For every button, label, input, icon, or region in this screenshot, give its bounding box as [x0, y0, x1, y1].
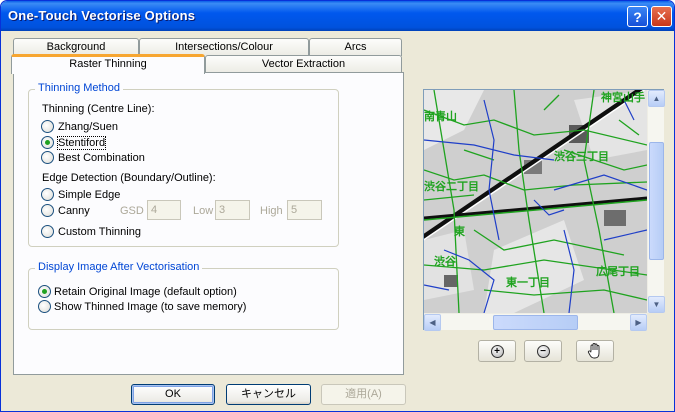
- map-vertical-scrollbar[interactable]: ▲ ▼: [647, 90, 665, 313]
- show-thinned-radio[interactable]: [38, 300, 51, 313]
- stentiford-radio[interactable]: [41, 136, 54, 149]
- scroll-up-button[interactable]: ▲: [648, 90, 665, 107]
- ok-button[interactable]: OK: [131, 384, 215, 405]
- retain-original-label[interactable]: Retain Original Image (default option): [54, 286, 237, 298]
- zhang-suen-radio[interactable]: [41, 120, 54, 133]
- zhang-suen-label[interactable]: Zhang/Suen: [58, 121, 118, 133]
- best-combination-radio[interactable]: [41, 151, 54, 164]
- stentiford-label[interactable]: Stentiford: [56, 136, 107, 150]
- gsd-input[interactable]: 4: [147, 200, 181, 220]
- map-label: 渋谷二丁目: [424, 179, 479, 193]
- tab-raster-thinning[interactable]: Raster Thinning: [11, 54, 205, 74]
- map-label: 神宮山手: [601, 90, 645, 104]
- high-input[interactable]: 5: [287, 200, 322, 220]
- gsd-label: GSD: [120, 205, 144, 217]
- raster-thinning-panel: Thinning Method Thinning (Centre Line): …: [13, 72, 404, 375]
- custom-thinning-radio[interactable]: [41, 225, 54, 238]
- zoom-in-icon: +: [490, 344, 504, 358]
- map-canvas[interactable]: 神宮山手 渋谷二丁目 渋谷三丁目 南青山 東一丁目 広尾丁目 渋谷 東: [424, 90, 647, 313]
- pan-button[interactable]: [576, 340, 614, 362]
- thinning-method-group: Thinning Method Thinning (Centre Line): …: [28, 82, 339, 247]
- chevron-right-icon: ▶: [635, 318, 642, 327]
- map-label: 広尾丁目: [596, 264, 640, 278]
- zoom-in-button[interactable]: +: [478, 340, 516, 362]
- map-horizontal-scrollbar[interactable]: ◀ ▶: [424, 313, 647, 331]
- tab-arcs[interactable]: Arcs: [309, 38, 402, 56]
- zoom-out-button[interactable]: −: [524, 340, 562, 362]
- low-label: Low: [193, 205, 214, 217]
- close-icon: ✕: [655, 8, 668, 24]
- map-label: 東一丁目: [506, 275, 550, 289]
- canny-label[interactable]: Canny: [58, 205, 90, 217]
- cancel-button[interactable]: キャンセル: [226, 384, 311, 405]
- high-label: High: [260, 205, 283, 217]
- horizontal-scroll-thumb[interactable]: [493, 315, 578, 330]
- map-image: 神宮山手 渋谷二丁目 渋谷三丁目 南青山 東一丁目 広尾丁目 渋谷 東: [424, 90, 647, 313]
- thinning-method-title: Thinning Method: [35, 82, 123, 94]
- help-icon: ?: [633, 8, 642, 25]
- vectorise-options-dialog: One-Touch Vectorise Options ? ✕ Backgrou…: [0, 0, 675, 412]
- scroll-left-button[interactable]: ◀: [424, 314, 441, 331]
- show-thinned-label[interactable]: Show Thinned Image (to save memory): [54, 301, 246, 313]
- map-label: 東: [454, 224, 466, 238]
- map-label: 渋谷: [434, 254, 457, 268]
- custom-thinning-label[interactable]: Custom Thinning: [58, 226, 141, 238]
- window-title: One-Touch Vectorise Options: [8, 8, 196, 23]
- map-label: 渋谷三丁目: [554, 149, 609, 163]
- scrollbar-corner: [647, 313, 664, 330]
- help-button[interactable]: ?: [627, 6, 648, 27]
- best-combination-label[interactable]: Best Combination: [58, 152, 145, 164]
- centre-line-label: Thinning (Centre Line):: [42, 103, 155, 115]
- zoom-out-icon: −: [536, 344, 550, 358]
- close-button[interactable]: ✕: [651, 6, 672, 27]
- chevron-left-icon: ◀: [429, 318, 436, 327]
- hand-pan-icon: [587, 343, 600, 359]
- display-image-title: Display Image After Vectorisation: [35, 261, 203, 273]
- map-preview: 神宮山手 渋谷二丁目 渋谷三丁目 南青山 東一丁目 広尾丁目 渋谷 東 ▲ ▼ …: [423, 89, 665, 331]
- tab-vector-extraction[interactable]: Vector Extraction: [205, 55, 402, 73]
- edge-detection-label: Edge Detection (Boundary/Outline):: [42, 172, 216, 184]
- scroll-right-button[interactable]: ▶: [630, 314, 647, 331]
- apply-button[interactable]: 適用(A): [321, 384, 406, 405]
- retain-original-radio[interactable]: [38, 285, 51, 298]
- chevron-up-icon: ▲: [652, 94, 661, 103]
- simple-edge-label[interactable]: Simple Edge: [58, 189, 120, 201]
- map-label: 南青山: [424, 109, 457, 123]
- scroll-down-button[interactable]: ▼: [648, 296, 665, 313]
- canny-radio[interactable]: [41, 204, 54, 217]
- chevron-down-icon: ▼: [652, 300, 661, 309]
- display-image-group: Display Image After Vectorisation Retain…: [28, 261, 339, 330]
- title-bar[interactable]: One-Touch Vectorise Options ? ✕: [1, 1, 674, 31]
- low-input[interactable]: 3: [215, 200, 250, 220]
- simple-edge-radio[interactable]: [41, 188, 54, 201]
- vertical-scroll-thumb[interactable]: [649, 142, 664, 260]
